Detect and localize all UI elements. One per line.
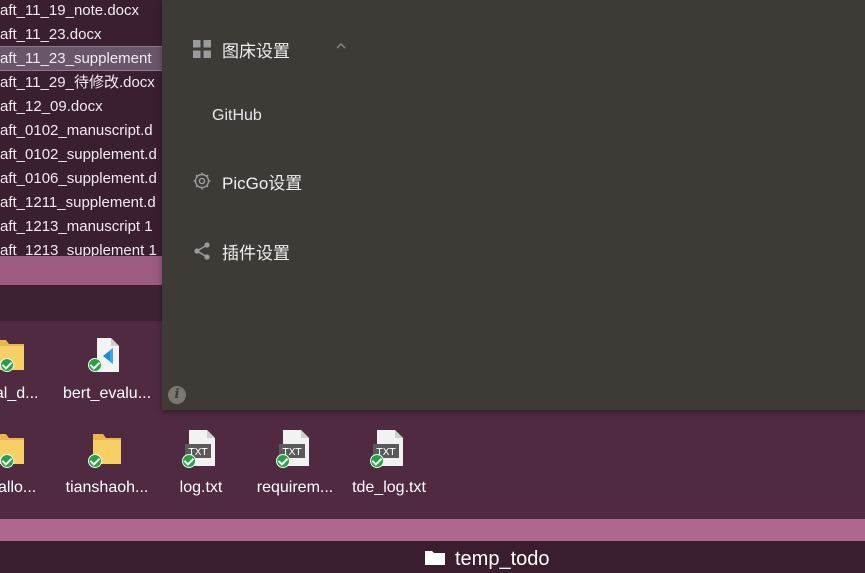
desktop-icon-txt[interactable]: TXT requirem... <box>247 428 343 508</box>
sync-check-icon <box>88 454 102 468</box>
file-list-item[interactable]: aft_11_23.docx <box>0 23 162 46</box>
desktop-icon-txt[interactable]: TXT log.txt <box>153 428 249 508</box>
desktop-icon-txt[interactable]: TXT tde_log.txt <box>341 428 437 508</box>
share-icon <box>194 242 210 260</box>
desktop-icon-folder[interactable]: tianshaoh... <box>59 428 155 508</box>
desktop-icon-file[interactable]: bert_evalu... <box>59 334 155 414</box>
sync-check-icon <box>0 358 14 372</box>
menu-item-picgo-settings[interactable]: PicGo设置 <box>192 164 302 198</box>
file-list-item[interactable]: aft_0102_supplement.d <box>0 143 162 166</box>
folder-icon[interactable] <box>425 550 445 565</box>
sync-check-icon <box>370 454 384 468</box>
sync-check-icon <box>182 454 196 468</box>
desktop-icon-label: log.txt <box>179 479 223 496</box>
taskbar-window-title[interactable]: temp_todo <box>455 546 550 572</box>
file-list-item[interactable]: aft_11_19_note.docx <box>0 0 162 22</box>
menu-item-image-bed[interactable]: 图床设置 <box>192 32 290 66</box>
desktop: aft_11_19_note.docx aft_11_23.docx aft_1… <box>0 0 865 573</box>
sync-check-icon <box>276 454 290 468</box>
desktop-icon-label: bert_evalu... <box>62 385 152 402</box>
sync-check-icon <box>0 454 14 468</box>
menu-item-plugin-settings[interactable]: 插件设置 <box>192 234 290 268</box>
desktop-icon-label: tde_log.txt <box>352 479 426 496</box>
menu-item-label: 图床设置 <box>222 41 290 61</box>
window-strip <box>0 256 162 285</box>
desktop-icon-label: requirem... <box>256 479 334 496</box>
desktop-icon-label: tianshaoh... <box>65 479 149 496</box>
menu-item-label: 插件设置 <box>222 243 290 263</box>
desktop-icon-folder[interactable]: tual_d... <box>0 334 58 414</box>
settings-panel: 图床设置 GitHub PicGo设置 插件设置 i <box>162 0 865 410</box>
file-list-item[interactable]: aft_1213_supplement 1 <box>0 239 162 256</box>
file-list-item[interactable]: aft_0102_manuscript.d <box>0 119 162 142</box>
file-list-item[interactable]: aft_11_29_待修改.docx <box>0 71 162 94</box>
file-list: aft_11_19_note.docx aft_11_23.docx aft_1… <box>0 0 162 256</box>
chevron-up-icon[interactable] <box>336 41 346 51</box>
desktop-icon-folder[interactable]: erallo... <box>0 428 58 508</box>
file-list-item[interactable]: aft_1211_supplement.d <box>0 191 162 214</box>
submenu-item-github[interactable]: GitHub <box>212 101 262 131</box>
grid-icon <box>193 40 211 58</box>
file-list-item[interactable]: aft_12_09.docx <box>0 95 162 118</box>
info-icon[interactable]: i <box>168 386 186 404</box>
gear-icon <box>193 172 211 190</box>
sync-check-icon <box>88 358 102 372</box>
file-list-item[interactable]: aft_0106_supplement.d <box>0 167 162 190</box>
window-strip-dark <box>0 285 162 321</box>
file-list-item-selected[interactable]: aft_11_23_supplement <box>0 46 162 71</box>
window-strip-bottom <box>0 519 865 541</box>
menu-item-label: PicGo设置 <box>222 173 303 193</box>
file-list-item[interactable]: aft_1213_manuscript 1 <box>0 215 162 238</box>
desktop-icon-label: tual_d... <box>0 385 39 402</box>
desktop-icon-label: erallo... <box>0 479 37 496</box>
